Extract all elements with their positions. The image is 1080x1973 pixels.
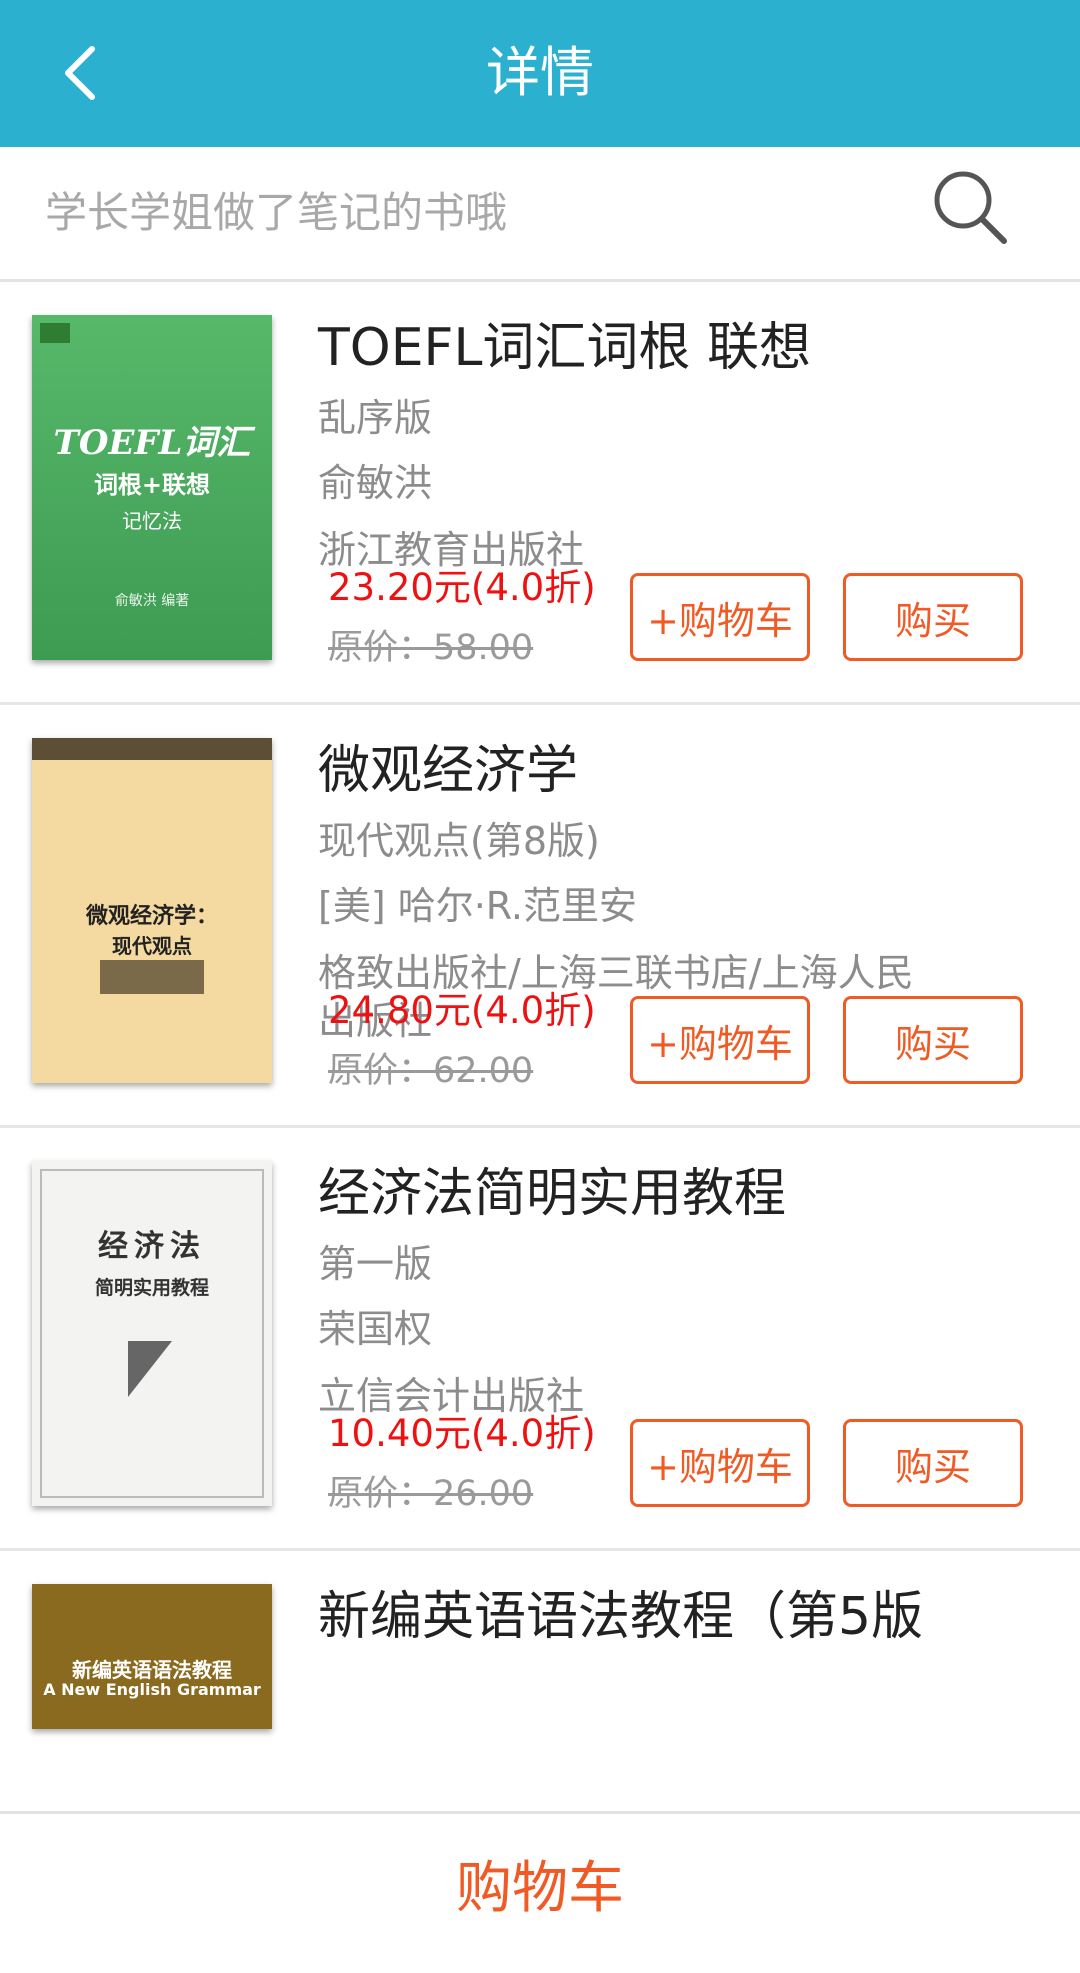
- book-title[interactable]: 微观经济学: [318, 741, 958, 801]
- book-price: 10.40元(4.0折): [328, 1412, 596, 1455]
- book-title[interactable]: TOEFL词汇词根 联想: [318, 318, 958, 378]
- book-item[interactable]: TOEFL词汇 词根+联想 记忆法 俞敏洪 编著 TOEFL词汇词根 联想 乱序…: [0, 282, 1080, 705]
- publisher-logo: [40, 323, 70, 343]
- book-original-price: 原价：62.00: [328, 1051, 534, 1091]
- search-icon: [934, 171, 1007, 244]
- book-author: [美] 哈尔·R.范里安: [318, 884, 637, 928]
- cover-subtitle: A New English Grammar: [43, 1680, 261, 1699]
- cover-subtitle: 简明实用教程: [94, 1277, 209, 1299]
- buy-button[interactable]: 购买: [843, 573, 1023, 661]
- add-to-cart-button[interactable]: +购物车: [630, 1419, 810, 1507]
- page-title: 详情: [486, 41, 594, 104]
- cover-frame: [40, 1169, 264, 1498]
- add-to-cart-button[interactable]: +购物车: [630, 573, 810, 661]
- shopping-cart-button[interactable]: 购物车: [0, 1854, 1080, 1924]
- book-price: 24.80元(4.0折): [328, 989, 596, 1032]
- cover-label-box: [100, 960, 204, 994]
- cover-title: TOEFL词汇: [53, 423, 251, 463]
- search-bar[interactable]: 学长学姐做了笔记的书哦: [0, 147, 1080, 282]
- cover-subtitle: 现代观点: [112, 934, 192, 958]
- cover-author: 俞敏洪 编著: [114, 593, 190, 609]
- book-cover[interactable]: 经济法 简明实用教程: [32, 1161, 272, 1506]
- search-button[interactable]: [925, 162, 1015, 252]
- book-cover[interactable]: TOEFL词汇 词根+联想 记忆法 俞敏洪 编著: [32, 315, 272, 660]
- book-author: 荣国权: [318, 1307, 433, 1351]
- book-author: 俞敏洪: [318, 461, 433, 505]
- book-item[interactable]: 经济法 简明实用教程 经济法简明实用教程 第一版 荣国权 立信会计出版社 10.…: [0, 1128, 1080, 1551]
- cover-title: 微观经济学：: [85, 904, 218, 929]
- book-price: 23.20元(4.0折): [328, 566, 596, 609]
- cover-title: 经济法: [98, 1229, 206, 1264]
- cover-title: 新编英语语法教程: [72, 1658, 232, 1682]
- book-list: TOEFL词汇 词根+联想 记忆法 俞敏洪 编著 TOEFL词汇词根 联想 乱序…: [0, 282, 1080, 1751]
- cover-subtitle: 词根+联想: [93, 471, 211, 499]
- book-subtitle: 乱序版: [318, 396, 433, 440]
- cover-band: [32, 738, 272, 760]
- add-to-cart-button[interactable]: +购物车: [630, 996, 810, 1084]
- book-original-price: 原价：26.00: [328, 1474, 534, 1514]
- book-subtitle: 现代观点(第8版): [318, 819, 600, 863]
- buy-button[interactable]: 购买: [843, 996, 1023, 1084]
- search-input[interactable]: 学长学姐做了笔记的书哦: [45, 181, 507, 245]
- book-subtitle: 第一版: [318, 1242, 433, 1286]
- buy-button[interactable]: 购买: [843, 1419, 1023, 1507]
- book-title[interactable]: 新编英语语法教程（第5版: [318, 1587, 938, 1647]
- top-bar: 详情: [0, 0, 1080, 147]
- book-cover[interactable]: 微观经济学： 现代观点: [32, 738, 272, 1083]
- cover-subtitle-2: 记忆法: [122, 509, 182, 533]
- book-item[interactable]: 新编英语语法教程 A New English Grammar 新编英语语法教程（…: [0, 1551, 1080, 1751]
- book-title[interactable]: 经济法简明实用教程: [318, 1164, 958, 1224]
- book-cover[interactable]: 新编英语语法教程 A New English Grammar: [32, 1584, 272, 1729]
- book-item[interactable]: 微观经济学： 现代观点 微观经济学 现代观点(第8版) [美] 哈尔·R.范里安…: [0, 705, 1080, 1128]
- bottom-bar: 购物车: [0, 1811, 1080, 1973]
- book-original-price: 原价：58.00: [328, 628, 534, 668]
